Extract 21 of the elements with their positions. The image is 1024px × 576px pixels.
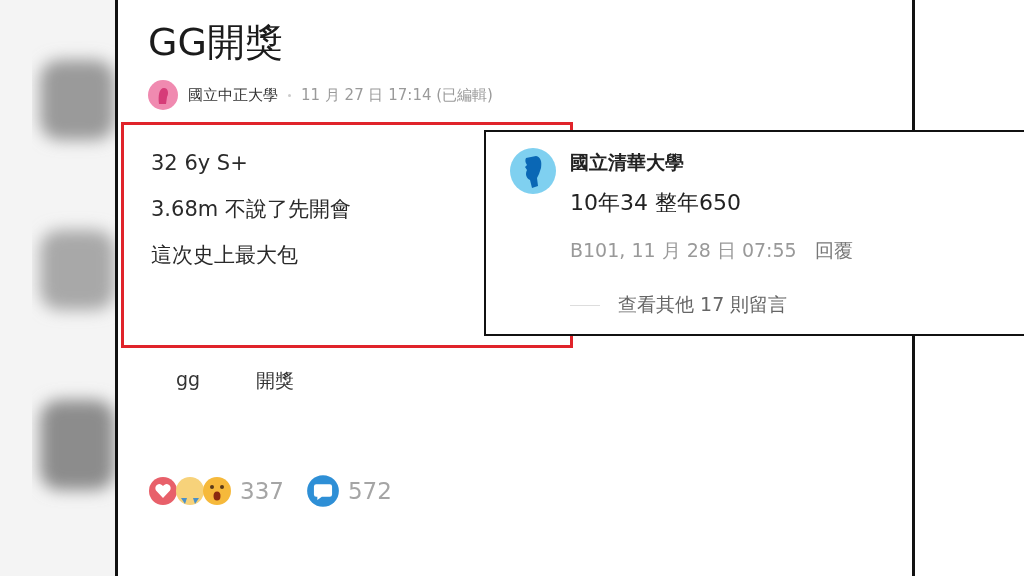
post-title: GG開獎	[148, 19, 284, 66]
comment-icon[interactable]	[305, 474, 340, 508]
commenter-name[interactable]: 國立清華大學	[570, 148, 853, 176]
post-time: 11 月 27 日 17:14 (已編輯)	[301, 85, 493, 105]
avatar-icon	[148, 80, 178, 110]
comment-count: 572	[347, 478, 392, 504]
reply-link[interactable]: 回覆	[814, 238, 853, 264]
post-text: 3.68m 不說了先開會	[151, 196, 351, 223]
author-name[interactable]: 國立中正大學	[188, 85, 278, 105]
reaction-count: 337	[240, 478, 284, 504]
topic-tag[interactable]: gg	[176, 368, 201, 394]
separator-dot	[288, 93, 291, 97]
topic-tag[interactable]: 開獎	[256, 368, 295, 394]
comment-time: B101, 11 月 28 日 07:55	[570, 238, 797, 263]
user-silhouette-icon	[510, 148, 556, 194]
crying-face-icon	[175, 476, 205, 506]
post-text: 這次史上最大包	[151, 242, 298, 269]
more-comments-link[interactable]: 查看其他 17 則留言	[618, 292, 788, 318]
surprised-face-icon	[202, 476, 232, 506]
post-text: 32 6y S+	[151, 150, 248, 177]
comment-text: 10年34 整年650	[570, 189, 742, 217]
